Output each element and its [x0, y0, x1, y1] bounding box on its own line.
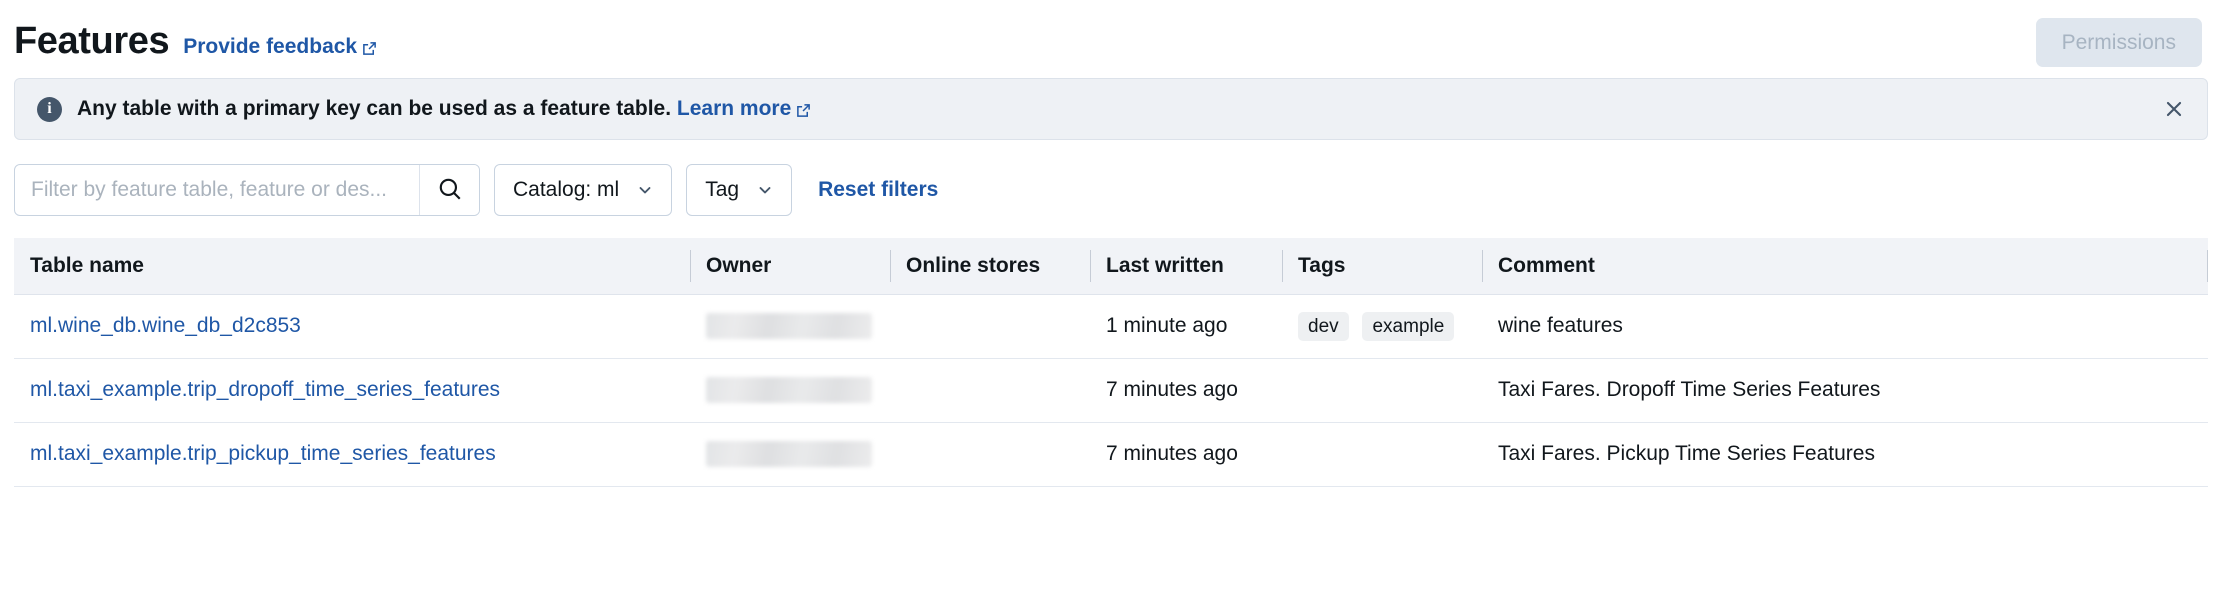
table-header: Table name Owner Online stores Last writ… — [14, 238, 2208, 294]
cell-owner — [690, 294, 890, 358]
cell-table-name: ml.wine_db.wine_db_d2c853 — [14, 294, 690, 358]
filter-bar: Catalog: ml Tag Reset filters — [14, 164, 2208, 216]
info-icon: i — [37, 97, 62, 122]
feature-table-link[interactable]: ml.taxi_example.trip_dropoff_time_series… — [30, 378, 500, 401]
column-header-owner[interactable]: Owner — [690, 238, 890, 294]
column-header-last-written[interactable]: Last written — [1090, 238, 1282, 294]
tag-filter-label: Tag — [705, 178, 739, 202]
external-link-icon — [796, 103, 811, 118]
cell-comment: Taxi Fares. Pickup Time Series Features — [1482, 422, 2208, 486]
close-icon[interactable] — [2159, 94, 2189, 124]
table-row: ml.taxi_example.trip_dropoff_time_series… — [14, 358, 2208, 422]
cell-last-written: 7 minutes ago — [1090, 358, 1282, 422]
cell-online-stores — [890, 422, 1090, 486]
column-header-comment-label: Comment — [1498, 254, 1595, 277]
cell-comment: Taxi Fares. Dropoff Time Series Features — [1482, 358, 2208, 422]
search-icon — [437, 176, 463, 205]
table-row: ml.wine_db.wine_db_d2c853 1 minute ago d… — [14, 294, 2208, 358]
owner-redacted-block — [706, 441, 872, 467]
table-row: ml.taxi_example.trip_pickup_time_series_… — [14, 422, 2208, 486]
provide-feedback-link[interactable]: Provide feedback — [183, 35, 377, 59]
tag-badge: dev — [1298, 312, 1349, 341]
tag-badge: example — [1362, 312, 1454, 341]
cell-online-stores — [890, 358, 1090, 422]
cell-table-name: ml.taxi_example.trip_dropoff_time_series… — [14, 358, 690, 422]
cell-tags — [1282, 358, 1482, 422]
search-input[interactable] — [15, 165, 419, 215]
catalog-filter-label: Catalog: ml — [513, 178, 619, 202]
tag-filter-dropdown[interactable]: Tag — [686, 164, 792, 216]
learn-more-label: Learn more — [677, 97, 791, 121]
info-banner: i Any table with a primary key can be us… — [14, 78, 2208, 140]
banner-message: Any table with a primary key can be used… — [77, 97, 671, 120]
banner-text: Any table with a primary key can be used… — [77, 97, 811, 121]
title-group: Features Provide feedback — [14, 22, 377, 60]
cell-owner — [690, 358, 890, 422]
cell-table-name: ml.taxi_example.trip_pickup_time_series_… — [14, 422, 690, 486]
learn-more-link[interactable]: Learn more — [677, 97, 811, 121]
search-box — [14, 164, 480, 216]
feature-table-link[interactable]: ml.wine_db.wine_db_d2c853 — [30, 314, 301, 337]
column-resize-handle[interactable] — [2207, 250, 2208, 282]
feature-table-link[interactable]: ml.taxi_example.trip_pickup_time_series_… — [30, 442, 496, 465]
provide-feedback-label: Provide feedback — [183, 35, 357, 59]
permissions-button[interactable]: Permissions — [2036, 18, 2202, 67]
column-header-table-name[interactable]: Table name — [14, 238, 690, 294]
features-page: Features Provide feedback Permissions i … — [0, 0, 2222, 598]
owner-redacted-block — [706, 377, 872, 403]
search-button[interactable] — [419, 165, 479, 215]
cell-tags — [1282, 422, 1482, 486]
cell-comment: wine features — [1482, 294, 2208, 358]
cell-last-written: 1 minute ago — [1090, 294, 1282, 358]
table-body: ml.wine_db.wine_db_d2c853 1 minute ago d… — [14, 294, 2208, 486]
chevron-down-icon — [757, 182, 773, 198]
page-header: Features Provide feedback Permissions — [14, 0, 2208, 76]
page-title: Features — [14, 22, 169, 60]
column-header-comment[interactable]: Comment — [1482, 238, 2208, 294]
external-link-icon — [362, 41, 377, 56]
reset-filters-link[interactable]: Reset filters — [818, 178, 938, 202]
table-header-row: Table name Owner Online stores Last writ… — [14, 238, 2208, 294]
column-header-tags[interactable]: Tags — [1282, 238, 1482, 294]
chevron-down-icon — [637, 182, 653, 198]
feature-tables-container: Table name Owner Online stores Last writ… — [14, 238, 2208, 487]
cell-last-written: 7 minutes ago — [1090, 422, 1282, 486]
cell-owner — [690, 422, 890, 486]
owner-redacted-block — [706, 313, 872, 339]
column-header-online-stores[interactable]: Online stores — [890, 238, 1090, 294]
feature-tables-table: Table name Owner Online stores Last writ… — [14, 238, 2208, 487]
catalog-filter-dropdown[interactable]: Catalog: ml — [494, 164, 672, 216]
cell-tags: dev example — [1282, 294, 1482, 358]
cell-online-stores — [890, 294, 1090, 358]
